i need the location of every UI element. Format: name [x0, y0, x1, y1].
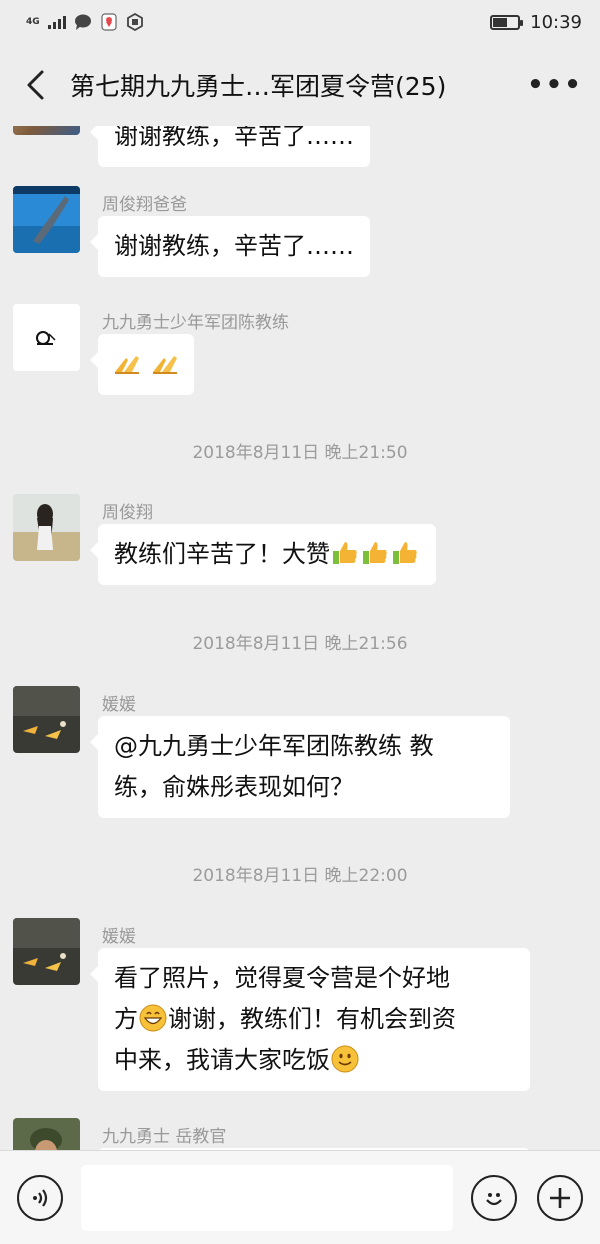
voice-button[interactable] — [17, 1175, 63, 1221]
emoji-icon — [486, 1193, 502, 1206]
avatar[interactable] — [13, 1118, 80, 1150]
thumbs-up-emoji — [363, 542, 387, 564]
back-button[interactable] — [0, 44, 70, 126]
sender-name: 九九勇士 岳教官 — [102, 1127, 227, 1147]
battery-icon — [490, 14, 524, 30]
network-type: 4G — [26, 16, 40, 27]
message-text: 谢谢教练，辛苦了…… — [114, 126, 354, 150]
koi-photo — [13, 686, 80, 753]
koi-photo — [13, 918, 80, 985]
sender-name: 媛媛 — [102, 695, 136, 715]
thumbs-up-emoji — [393, 542, 417, 564]
message-bubble[interactable]: 看了照片，觉得夏令营是个好地 方谢谢，教练们！有机会到资 中来，我请大家吃饭 — [90, 948, 530, 1091]
signal-icon — [47, 15, 66, 29]
message-input[interactable] — [81, 1165, 453, 1231]
more-button[interactable]: ••• — [510, 44, 600, 126]
message-list[interactable]: 谢谢教练，辛苦了…… 周俊翔爸爸 谢谢教练，辛苦了…… 九九勇士少年军团陈教练 … — [0, 126, 600, 1150]
message-text-line: 看了照片，觉得夏令营是个好地 — [114, 964, 450, 992]
pray-hands-emoji — [115, 356, 139, 374]
sender-name: 周俊翔爸爸 — [102, 195, 187, 215]
emoji-button[interactable] — [471, 1175, 517, 1221]
timestamp: 2018年8月11日 晚上22:00 — [192, 866, 408, 886]
message-text-line: 方谢谢，教练们！有机会到资 — [114, 1004, 456, 1033]
message-text-line: 练，俞姝彤表现如何？ — [114, 773, 354, 801]
girl-photo — [13, 494, 80, 561]
chat-notification-icon — [74, 14, 91, 30]
avatar[interactable] — [13, 494, 80, 561]
dolphin-photo — [13, 186, 80, 253]
avatar[interactable] — [13, 186, 80, 253]
avatar[interactable] — [13, 686, 80, 753]
status-bar: 4G 10:39 — [0, 0, 600, 44]
voice-icon — [33, 1189, 48, 1207]
pray-hands-emoji — [152, 356, 177, 374]
chat-title: 第七期九九勇士…军团夏令营(25) — [70, 72, 447, 101]
more-dots-icon: ••• — [527, 70, 583, 100]
plus-icon — [550, 1188, 570, 1208]
sender-name: 媛媛 — [102, 927, 136, 947]
message-text-line: @九九勇士少年军团陈教练 教 — [114, 732, 434, 760]
grin-emoji — [139, 1004, 167, 1032]
message-bubble[interactable] — [90, 334, 194, 395]
message-bubble[interactable]: 谢谢教练，辛苦了…… — [90, 126, 370, 167]
input-bar — [0, 1150, 600, 1244]
smile-emoji — [331, 1045, 359, 1073]
avatar[interactable] — [13, 304, 80, 371]
logo-avatar — [13, 304, 80, 371]
soldier-photo — [13, 1118, 80, 1150]
timestamp: 2018年8月11日 晚上21:56 — [192, 634, 408, 654]
message-bubble[interactable]: @九九勇士少年军团陈教练 教 练，俞姝彤表现如何？ — [90, 716, 510, 818]
timestamp: 2018年8月11日 晚上21:50 — [192, 443, 408, 463]
avatar[interactable] — [13, 918, 80, 985]
plus-button[interactable] — [537, 1175, 583, 1221]
clock: 10:39 — [530, 11, 582, 33]
location-notification-icon — [101, 13, 117, 31]
thumbs-up-emoji — [333, 542, 357, 564]
chat-header: 第七期九九勇士…军团夏令营(25) ••• — [0, 44, 600, 126]
message-text-line: 中来，我请大家吃饭 — [114, 1040, 514, 1081]
sender-name: 周俊翔 — [102, 503, 153, 523]
avatar[interactable] — [13, 126, 80, 135]
app-notification-icon — [126, 13, 143, 31]
message-text: 教练们辛苦了！大赞 — [114, 540, 330, 568]
message-bubble[interactable]: 教练们辛苦了！大赞 — [90, 524, 436, 585]
message-text: 谢谢教练，辛苦了…… — [114, 232, 354, 260]
sender-name: 九九勇士少年军团陈教练 — [102, 313, 289, 333]
back-arrow-icon — [27, 70, 44, 100]
message-bubble[interactable]: 谢谢教练，辛苦了…… — [90, 216, 370, 277]
